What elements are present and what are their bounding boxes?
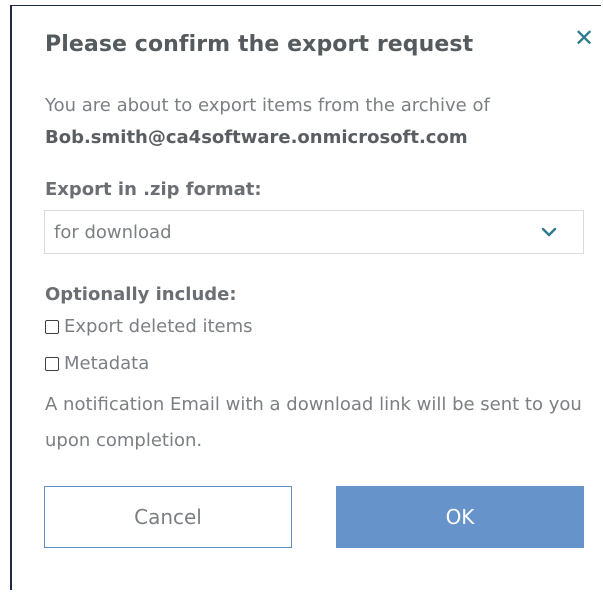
archive-email: Bob.smith@ca4software.onmicrosoft.com [45,127,468,148]
export-format-label: Export in .zip format: [45,179,262,200]
chevron-down-icon [541,227,557,237]
dialog-title: Please confirm the export request [45,32,474,57]
export-deleted-items-option[interactable]: Export deleted items [45,316,253,337]
export-format-select[interactable]: for download [44,210,584,254]
notification-notice: A notification Email with a download lin… [45,394,582,451]
optional-include-label: Optionally include: [45,284,237,305]
close-icon[interactable]: ✕ [574,26,594,50]
intro-text: You are about to export items from the a… [45,95,490,116]
cancel-button[interactable]: Cancel [44,486,292,548]
ok-button[interactable]: OK [336,486,584,548]
metadata-option[interactable]: Metadata [45,353,149,374]
metadata-checkbox[interactable] [45,356,59,371]
export-confirm-dialog: Please confirm the export request ✕ You … [10,5,601,590]
export-deleted-items-label: Export deleted items [64,316,253,337]
metadata-label: Metadata [64,353,150,374]
export-deleted-items-checkbox[interactable] [45,319,59,334]
export-format-value: for download [54,222,172,243]
